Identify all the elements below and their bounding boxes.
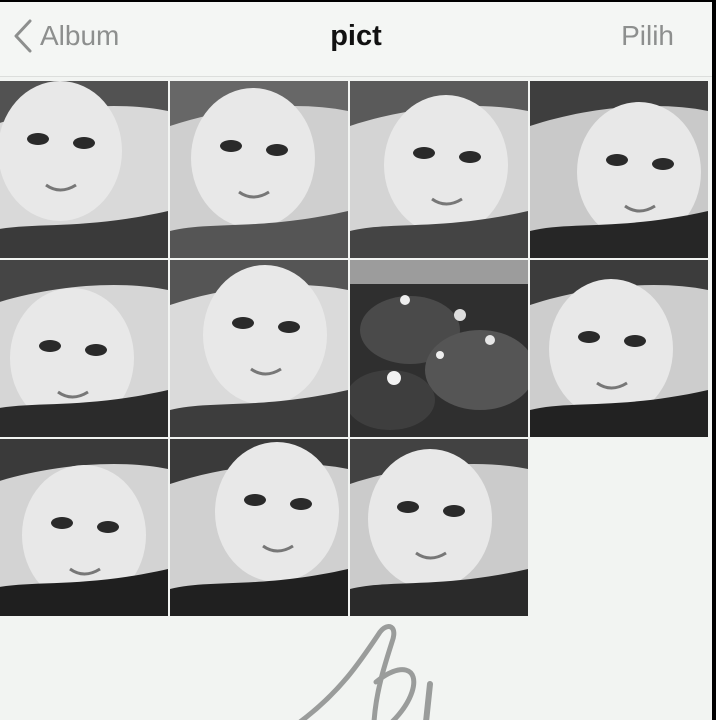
select-button[interactable]: Pilih — [621, 20, 674, 52]
photo-thumbnail[interactable] — [350, 439, 528, 616]
photo-thumbnail[interactable] — [530, 81, 708, 258]
photo-thumbnail[interactable] — [0, 260, 168, 437]
photo-grid — [0, 81, 712, 621]
photo-thumbnail[interactable] — [170, 260, 348, 437]
photo-thumbnail[interactable] — [170, 81, 348, 258]
photo-thumbnail[interactable] — [170, 439, 348, 616]
photo-thumbnail[interactable] — [0, 81, 168, 258]
navigation-bar: Album pict Pilih — [0, 2, 712, 77]
photos-screen: Album pict Pilih — [0, 2, 712, 720]
album-title: pict — [330, 20, 382, 52]
photo-thumbnail[interactable] — [0, 439, 168, 616]
photo-thumbnail[interactable] — [350, 260, 528, 437]
photo-thumbnail[interactable] — [350, 81, 528, 258]
signature-watermark — [280, 622, 480, 720]
photo-thumbnail[interactable] — [530, 260, 708, 437]
